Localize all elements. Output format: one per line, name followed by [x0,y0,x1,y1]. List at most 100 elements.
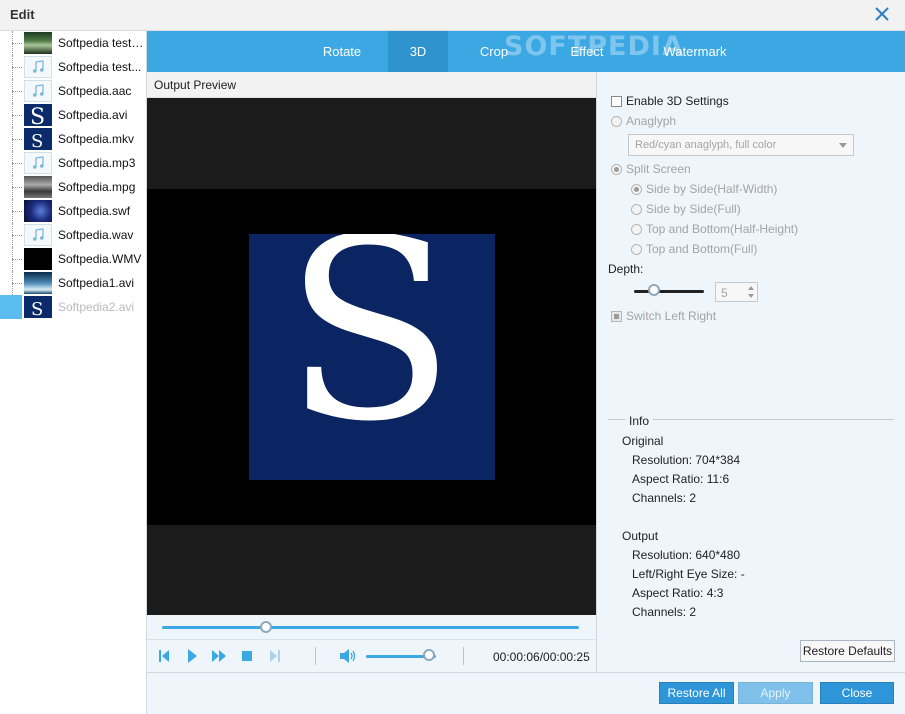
file-name: Softpedia.mpg [58,180,136,194]
restore-defaults-button[interactable]: Restore Defaults [800,640,895,662]
tab-crop[interactable]: Crop [462,31,526,72]
file-item[interactable]: Softpedia.mp3 [0,151,146,175]
volume-handle[interactable] [423,649,435,661]
selection-indicator [0,295,22,319]
file-item[interactable]: Softpedia test ... [0,31,146,55]
enable-3d-label[interactable]: Enable 3D Settings [626,94,729,108]
seek-track[interactable] [162,626,579,629]
file-item[interactable]: S Softpedia.avi [0,103,146,127]
tree-line [12,67,22,68]
svg-text:S: S [31,299,43,318]
file-name: Softpedia1.avi [58,276,135,290]
music-note-icon [24,152,52,174]
anaglyph-label[interactable]: Anaglyph [626,114,676,128]
file-item[interactable]: Softpedia.mpg [0,175,146,199]
divider [463,647,464,665]
original-heading: Original [622,434,664,448]
depth-label: Depth: [608,262,644,276]
video-thumbnail [24,272,52,294]
output-eye-size: Left/Right Eye Size: - [632,567,745,581]
info-title: Info [625,414,654,428]
enable-3d-checkbox[interactable] [611,96,622,107]
window-title: Edit [10,7,35,22]
output-aspect-ratio: Aspect Ratio: 4:3 [632,586,724,600]
video-thumbnail [24,32,52,54]
close-button[interactable]: Close [820,682,894,704]
split-option-radio[interactable] [631,184,642,195]
split-option-label[interactable]: Side by Side(Half-Width) [646,182,777,196]
depth-stepper[interactable]: 5 [715,282,758,302]
tree-line [12,259,22,260]
chevron-down-icon [839,143,847,148]
output-heading: Output [622,529,659,543]
depth-slider-handle[interactable] [648,284,660,296]
file-name: Softpedia.WMV [58,252,142,266]
restore-all-button[interactable]: Restore All [659,682,734,704]
play-icon[interactable] [186,648,198,667]
anaglyph-dropdown[interactable]: Red/cyan anaglyph, full color [628,134,854,156]
seek-handle[interactable] [260,621,273,633]
depth-slider-track[interactable] [634,290,704,293]
tree-line [12,211,22,212]
split-option-radio[interactable] [631,204,642,215]
file-name: Softpedia.avi [58,108,128,122]
file-name: Softpedia.wav [58,228,134,242]
next-frame-icon[interactable] [269,648,281,667]
anaglyph-selected: Red/cyan anaglyph, full color [635,139,777,151]
seek-bar[interactable] [147,615,596,639]
file-name: Softpedia.mkv [58,132,135,146]
divider [315,647,316,665]
playback-controls: 00:00:06/00:00:25 [147,639,596,672]
file-name: Softpedia.mp3 [58,156,136,170]
split-option-radio[interactable] [631,244,642,255]
music-note-icon [24,56,52,78]
music-note-icon [24,224,52,246]
output-preview-label: Output Preview [147,72,596,98]
split-option-label[interactable]: Top and Bottom(Full) [646,242,757,256]
split-option-radio[interactable] [631,224,642,235]
split-screen-radio[interactable] [611,164,622,175]
tree-line [12,91,22,92]
split-option-label[interactable]: Top and Bottom(Half-Height) [646,222,798,236]
svg-text:S: S [30,105,45,126]
switch-left-right-label[interactable]: Switch Left Right [626,309,716,323]
file-item[interactable]: Softpedia.WMV [0,247,146,271]
file-item[interactable]: Softpedia test... [0,55,146,79]
tab-effect[interactable]: Effect [555,31,619,72]
file-name: Softpedia.swf [58,204,131,218]
timecode-display: 00:00:06/00:00:25 [493,650,590,664]
depth-value: 5 [721,286,728,300]
file-name: Softpedia test ... [58,36,144,50]
tab-3d[interactable]: 3D [388,31,448,72]
split-option-label[interactable]: Side by Side(Full) [646,202,741,216]
file-item[interactable]: S Softpedia.mkv [0,127,146,151]
music-note-icon [24,80,52,102]
video-thumbnail: S [24,128,52,150]
tab-rotate[interactable]: Rotate [307,31,377,72]
file-item[interactable]: Softpedia.wav [0,223,146,247]
chevron-up-icon[interactable] [748,286,754,290]
video-thumbnail [24,176,52,198]
svg-text:S: S [31,131,43,150]
close-icon[interactable] [873,5,891,23]
tree-line [12,115,22,116]
file-item-selected[interactable]: S Softpedia2.avi [0,295,146,319]
apply-button[interactable]: Apply [738,682,813,704]
file-item[interactable]: Softpedia.aac [0,79,146,103]
anaglyph-radio[interactable] [611,116,622,127]
fast-forward-icon[interactable] [211,648,227,667]
original-channels: Channels: 2 [632,491,697,505]
tree-line [12,139,22,140]
file-list[interactable]: Softpedia test ... Softpedia test... Sof… [0,31,147,714]
file-name: Softpedia2.avi [58,300,135,314]
split-screen-label[interactable]: Split Screen [626,162,691,176]
file-item[interactable]: Softpedia1.avi [0,271,146,295]
stop-icon[interactable] [241,648,253,667]
file-item[interactable]: Softpedia.swf [0,199,146,223]
chevron-down-icon[interactable] [748,294,754,298]
tree-line [12,163,22,164]
switch-left-right-checkbox[interactable] [611,311,622,322]
volume-icon[interactable] [339,648,357,667]
previous-icon[interactable] [158,648,170,667]
tab-watermark[interactable]: Watermark [653,31,737,72]
